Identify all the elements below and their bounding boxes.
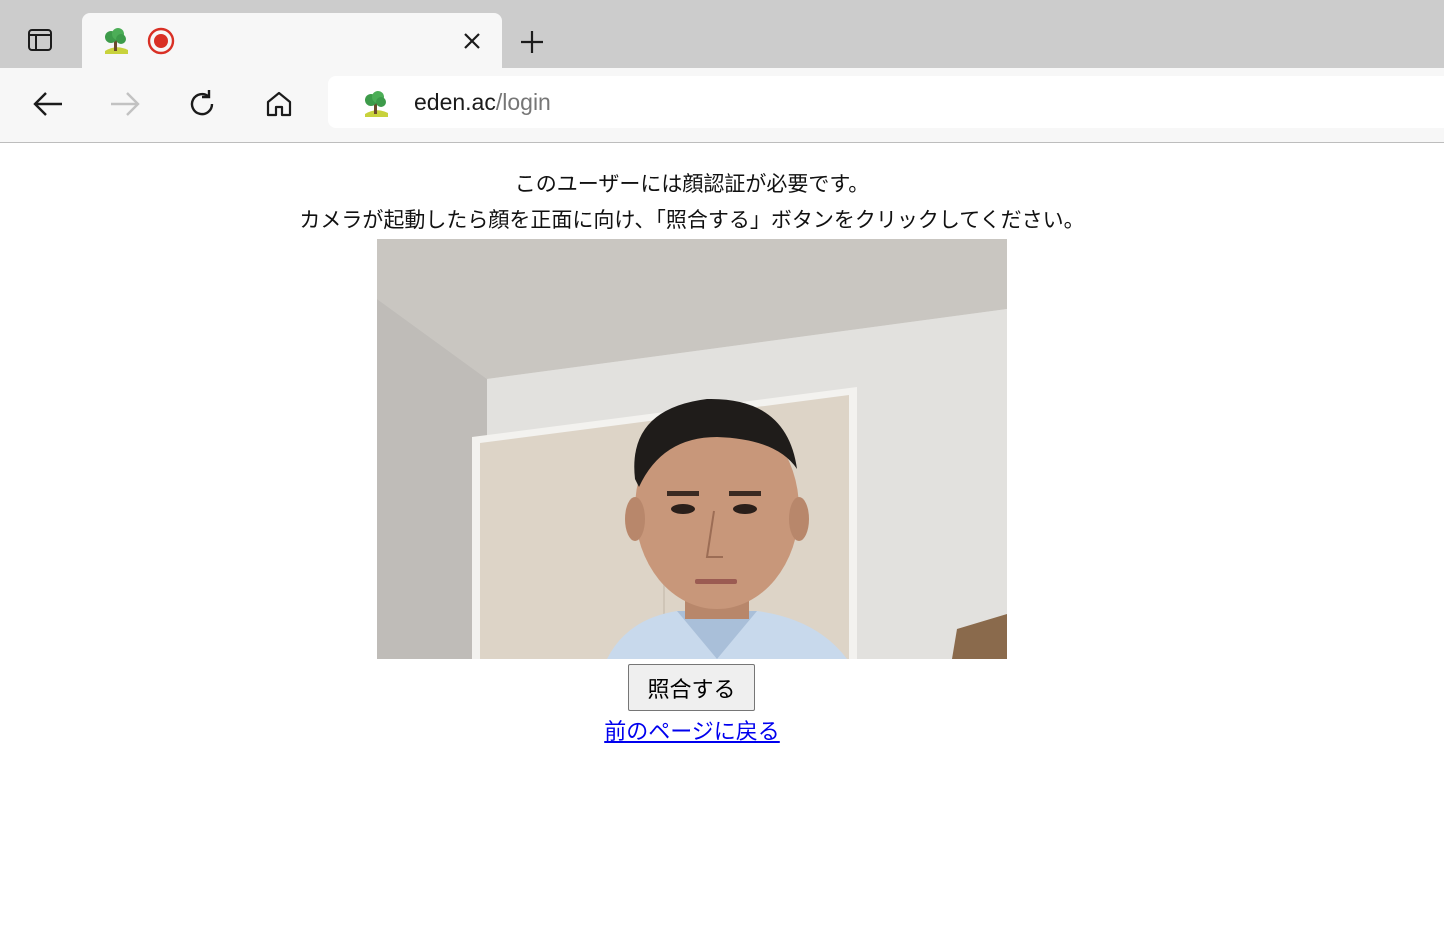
tree-icon (362, 90, 390, 122)
tab-actions-menu-icon[interactable] (20, 20, 60, 60)
url-host: eden.ac (414, 89, 496, 115)
arrow-left-icon[interactable] (26, 82, 70, 126)
plus-icon[interactable] (512, 22, 552, 62)
close-icon[interactable] (456, 25, 488, 57)
instruction-line-1: このユーザーには顔認証が必要です。 (514, 172, 870, 196)
record-icon (146, 26, 176, 60)
verify-button[interactable]: 照合する (628, 664, 755, 711)
tree-icon (102, 27, 130, 59)
back-link[interactable]: 前のページに戻る (0, 714, 1384, 746)
instruction-line-2: カメラが起動したら顔を正面に向け、「照合する」ボタンをクリックしてください。 (299, 208, 1085, 232)
url-text[interactable]: eden.ac/login (414, 88, 551, 116)
tab-actions (0, 12, 80, 68)
reload-icon[interactable] (180, 82, 224, 126)
tab-strip (0, 0, 1444, 69)
browser-toolbar: eden.ac/login (0, 68, 1444, 143)
home-icon[interactable] (257, 82, 301, 126)
url-path: /login (495, 89, 551, 115)
arrow-right-icon[interactable] (103, 82, 147, 126)
browser-tab[interactable] (82, 13, 502, 69)
camera-preview (377, 239, 1007, 659)
page-content: このユーザーには顔認証が必要です。 カメラが起動したら顔を正面に向け、「照合する… (0, 144, 1444, 938)
address-bar[interactable]: eden.ac/login (328, 76, 1444, 128)
